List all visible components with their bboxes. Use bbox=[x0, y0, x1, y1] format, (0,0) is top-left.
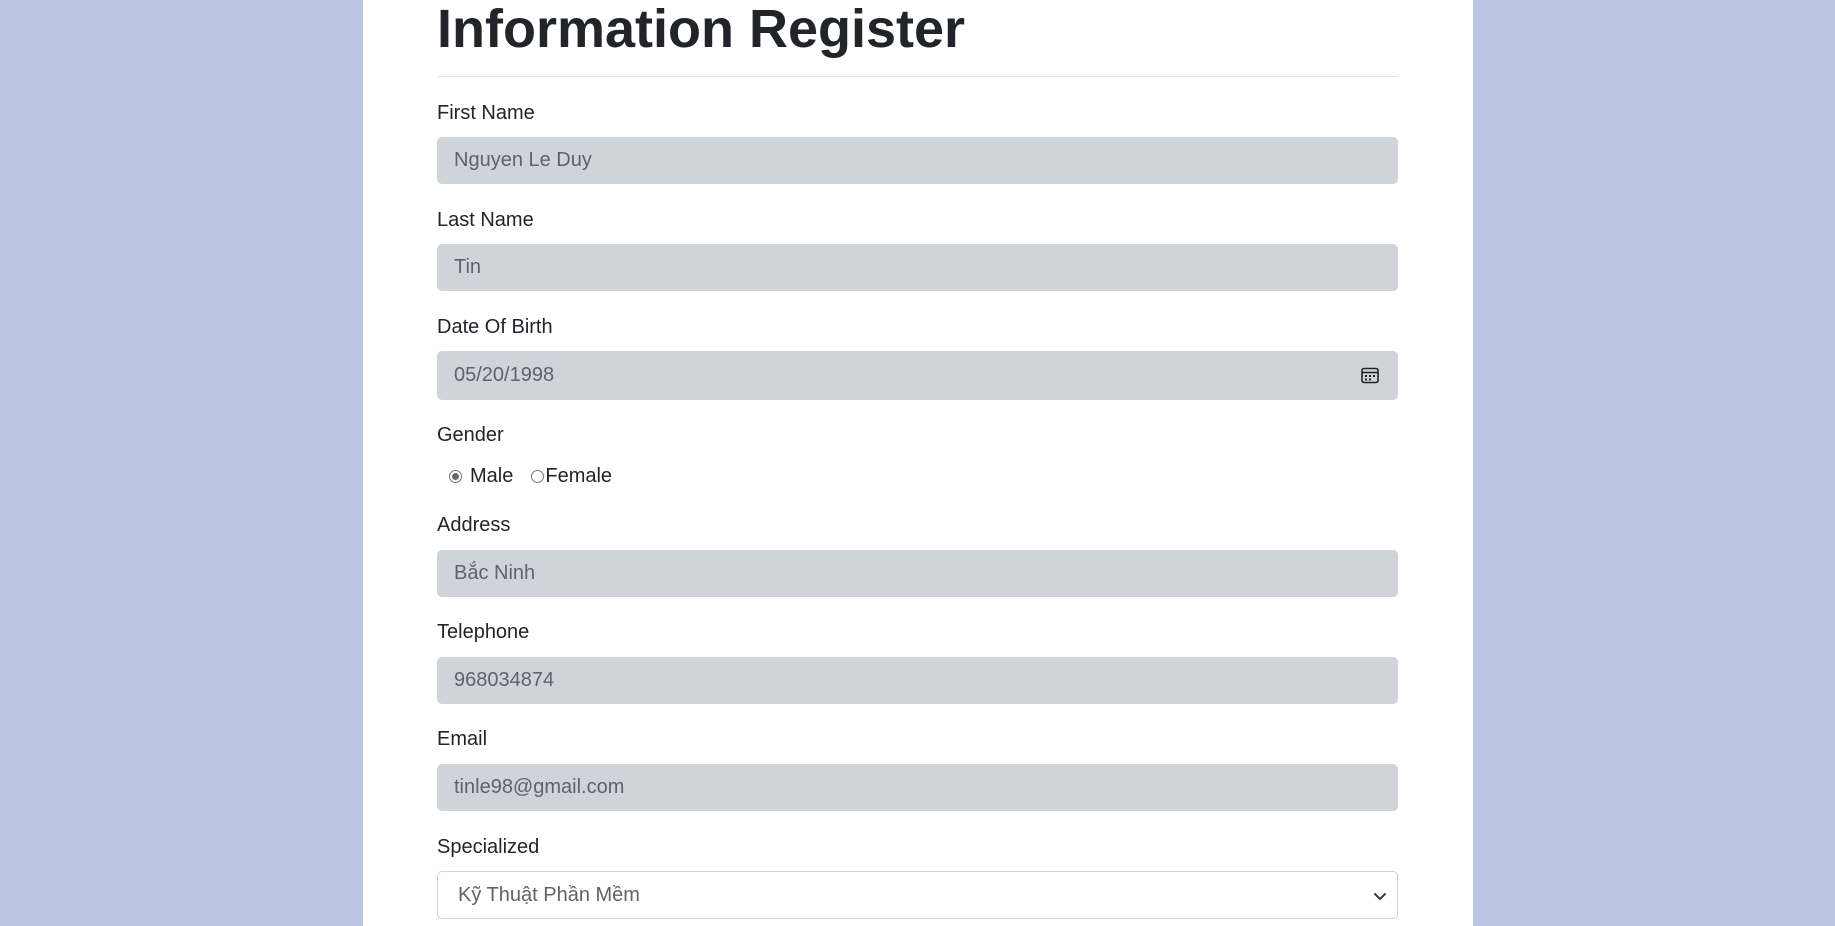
male-radio[interactable] bbox=[449, 469, 462, 483]
address-label: Address bbox=[437, 514, 511, 536]
telephone-field[interactable]: 968034874 bbox=[437, 657, 1398, 704]
telephone-label: Telephone bbox=[437, 621, 530, 643]
calendar-icon[interactable] bbox=[1360, 365, 1380, 385]
title-divider bbox=[437, 76, 1398, 77]
email-field[interactable]: tinle98@gmail.com bbox=[437, 764, 1398, 811]
specialized-select[interactable]: Kỹ Thuật Phần Mềm bbox=[437, 871, 1398, 919]
female-radio[interactable] bbox=[531, 469, 545, 483]
last-name-label: Last Name bbox=[437, 209, 534, 231]
chevron-down-icon bbox=[1374, 893, 1386, 900]
gender-options: Male Female bbox=[449, 462, 612, 490]
dob-value: 05/20/1998 bbox=[454, 364, 555, 386]
register-card: Information Register First Name Nguyen L… bbox=[363, 0, 1473, 926]
first-name-field[interactable]: Nguyen Le Duy bbox=[437, 137, 1398, 184]
dob-field[interactable]: 05/20/1998 bbox=[437, 351, 1398, 400]
email-label: Email bbox=[437, 728, 488, 750]
gender-label: Gender bbox=[437, 424, 504, 446]
specialized-label: Specialized bbox=[437, 836, 540, 858]
address-field[interactable]: Bắc Ninh bbox=[437, 550, 1398, 597]
female-radio-label[interactable]: Female bbox=[545, 465, 612, 488]
last-name-field[interactable]: Tin bbox=[437, 244, 1398, 291]
specialized-selected-value: Kỹ Thuật Phần Mềm bbox=[458, 884, 640, 906]
first-name-label: First Name bbox=[437, 102, 535, 124]
page-title: Information Register bbox=[437, 0, 966, 59]
male-radio-label[interactable]: Male bbox=[470, 465, 513, 488]
dob-label: Date Of Birth bbox=[437, 316, 553, 338]
